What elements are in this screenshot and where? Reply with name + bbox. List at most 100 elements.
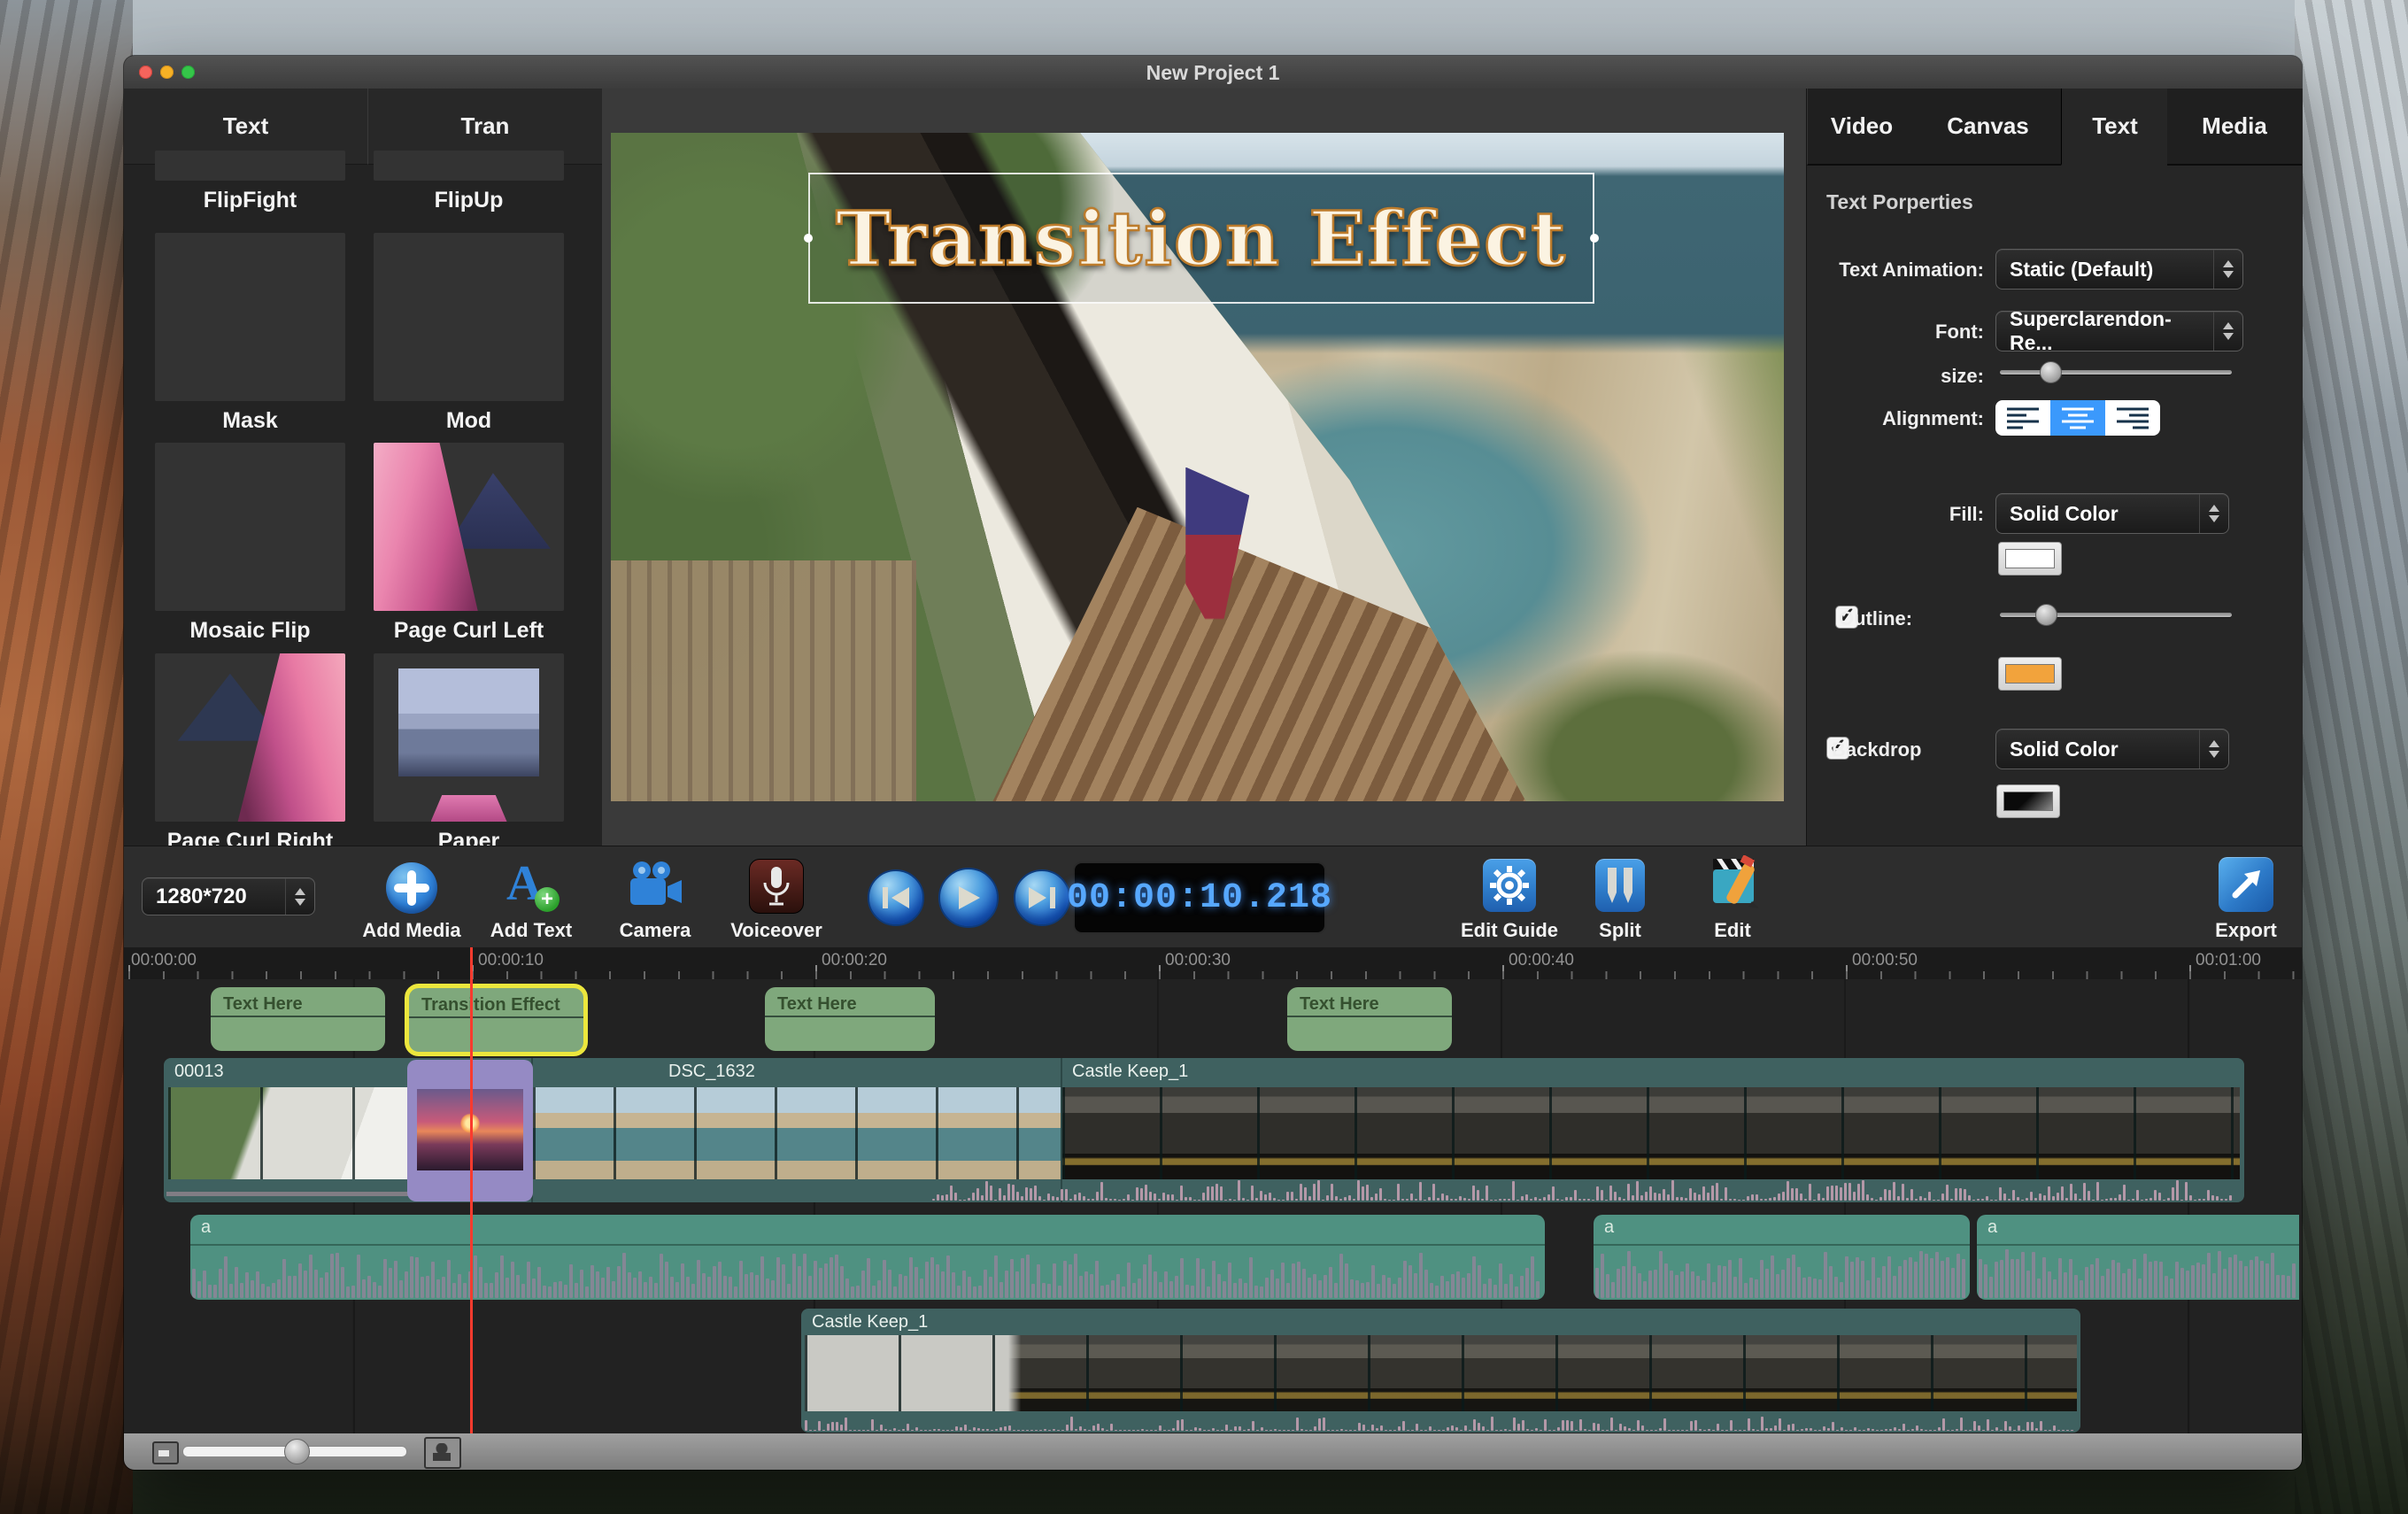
filmstrip-castle-keep-2[interactable] [805,1335,2077,1411]
microphone-icon [761,865,791,908]
skip-back-button[interactable] [868,869,924,926]
playhead[interactable] [470,947,473,1433]
edit-guide-button[interactable] [1483,859,1536,912]
stepper-arrows-icon [2213,312,2242,351]
edit-button[interactable] [1708,855,1763,910]
preview-overlay-text[interactable]: Transition Effect [836,195,1567,282]
main-toolbar: 1280*720 Add Media A + Add Text Camera [124,846,2302,949]
transition-thumbnail[interactable] [155,653,345,822]
align-center-icon [2060,406,2095,429]
slider-knob[interactable] [2035,604,2057,626]
transition-item-mask[interactable]: Mask [155,233,345,434]
timeline-zoom-bar [124,1433,2302,1470]
plus-icon [386,862,437,914]
text-clip-selected[interactable]: Transition Effect [405,984,588,1056]
ruler-time-label: 00:00:00 [131,951,197,970]
tab-text-label: Text [223,112,269,140]
add-media-button[interactable] [386,862,437,914]
skip-forward-button[interactable] [1014,869,1070,926]
transition-item-flipup[interactable]: FlipUp [374,151,564,213]
outline-label: Outline: [1839,607,1936,630]
transition-item-mod[interactable]: Mod [374,233,564,434]
add-text-button[interactable]: A + [506,859,563,915]
camera-button[interactable] [627,861,683,910]
tab-canvas[interactable]: Canvas [1915,89,2061,166]
fill-value: Solid Color [2010,502,2119,526]
transition-thumbnail[interactable] [374,233,564,401]
font-dropdown[interactable]: Superclarendon-Re... [1995,311,2243,351]
export-button[interactable] [2219,857,2273,912]
fill-dropdown[interactable]: Solid Color [1995,493,2229,534]
split-button[interactable] [1595,859,1645,912]
timeline-zoom-knob[interactable] [284,1439,310,1464]
align-center-button[interactable] [2050,400,2105,436]
transition-thumbnail[interactable] [374,443,564,611]
tab-text[interactable]: Text [2061,89,2169,166]
zoom-out-thumbnails-icon[interactable] [152,1441,179,1464]
audio-waveform [192,1247,1543,1298]
resolution-dropdown[interactable]: 1280*720 [142,877,315,915]
transition-thumbnail[interactable] [155,443,345,611]
timeline-ruler[interactable]: 00:00:00 00:00:10 00:00:20 00:00:30 00:0… [124,947,2302,980]
slider-knob[interactable] [2040,361,2062,383]
backdrop-color-swatch[interactable] [1996,784,2060,818]
transition-thumbnail[interactable] [155,233,345,401]
audio-clip-label: a [1987,1217,1997,1238]
tab-video[interactable]: Video [1807,89,1916,166]
edit-label: Edit [1714,919,1751,942]
alignment-group [1995,400,2160,436]
text-clip[interactable]: Text Here [765,987,935,1051]
transition-item-mosaic-flip[interactable]: Mosaic Flip [155,443,345,644]
gear-eye-icon [1489,865,1530,906]
fill-color-white [2005,549,2055,568]
filmstrip-castle-keep[interactable] [1062,1087,2240,1179]
backdrop-color-gradient [2003,792,2053,811]
transition-item-flipfight[interactable]: FlipFight [155,151,345,213]
transition-item-page-curl-left[interactable]: Page Curl Left [374,443,564,644]
text-clip-label: Text Here [1300,994,1379,1015]
add-media-label: Add Media [362,919,460,942]
timeline-area[interactable]: Text Here Transition Effect Text Here Te… [124,979,2302,1433]
align-right-icon [2115,406,2150,429]
size-slider[interactable] [2000,361,2232,382]
voiceover-button[interactable] [749,859,804,914]
camera-icon [627,861,683,910]
ruler-time-label: 00:00:50 [1852,951,1918,970]
align-left-button[interactable] [1995,400,2050,436]
bottom-video-track[interactable]: Castle Keep_1 [801,1309,2080,1433]
play-button[interactable] [938,868,999,928]
preview-text-selection-box[interactable]: Transition Effect [808,173,1594,304]
audio-clip[interactable]: a [190,1215,1545,1300]
audio-clip-label: a [1604,1217,1614,1238]
selection-handle-right[interactable] [1590,234,1599,243]
audio-clip[interactable]: a [1977,1215,2299,1300]
stepper-arrows-icon [2213,250,2242,289]
tab-media-label: Media [2202,112,2267,140]
align-right-button[interactable] [2105,400,2160,436]
slider-track[interactable] [2000,370,2232,375]
filmstrip-dsc1632[interactable] [533,1087,1061,1179]
castle-audio-waveform [932,1178,2235,1201]
tab-media[interactable]: Media [2167,89,2302,166]
font-value: Superclarendon-Re... [2010,307,2213,355]
wallpaper-right-cliff [2295,0,2408,1514]
outline-color-swatch[interactable] [1998,657,2062,691]
split-icon [1604,866,1636,905]
transition-thumbnail[interactable] [374,151,564,181]
zoom-in-thumbnails-icon[interactable] [424,1437,461,1469]
selection-handle-left[interactable] [804,234,813,243]
text-animation-dropdown[interactable]: Static (Default) [1995,249,2243,290]
transition-thumbnail[interactable] [374,653,564,822]
text-clip[interactable]: Text Here [211,987,385,1051]
audio-clip[interactable]: a [1594,1215,1970,1300]
timecode-display: 00:00:10.218 [1073,861,1326,934]
text-clip[interactable]: Text Here [1287,987,1452,1051]
transition-item-page-curl-right[interactable]: Page Curl Right [155,653,345,854]
transition-item-paper[interactable]: Paper [374,653,564,854]
transition-thumbnail[interactable] [155,151,345,181]
backdrop-dropdown[interactable]: Solid Color [1995,729,2229,769]
outline-slider[interactable] [2000,604,2232,625]
wood-deck-texture [986,507,1526,801]
fill-color-swatch[interactable] [1998,542,2062,575]
ruler-time-label: 00:01:00 [2196,951,2261,970]
